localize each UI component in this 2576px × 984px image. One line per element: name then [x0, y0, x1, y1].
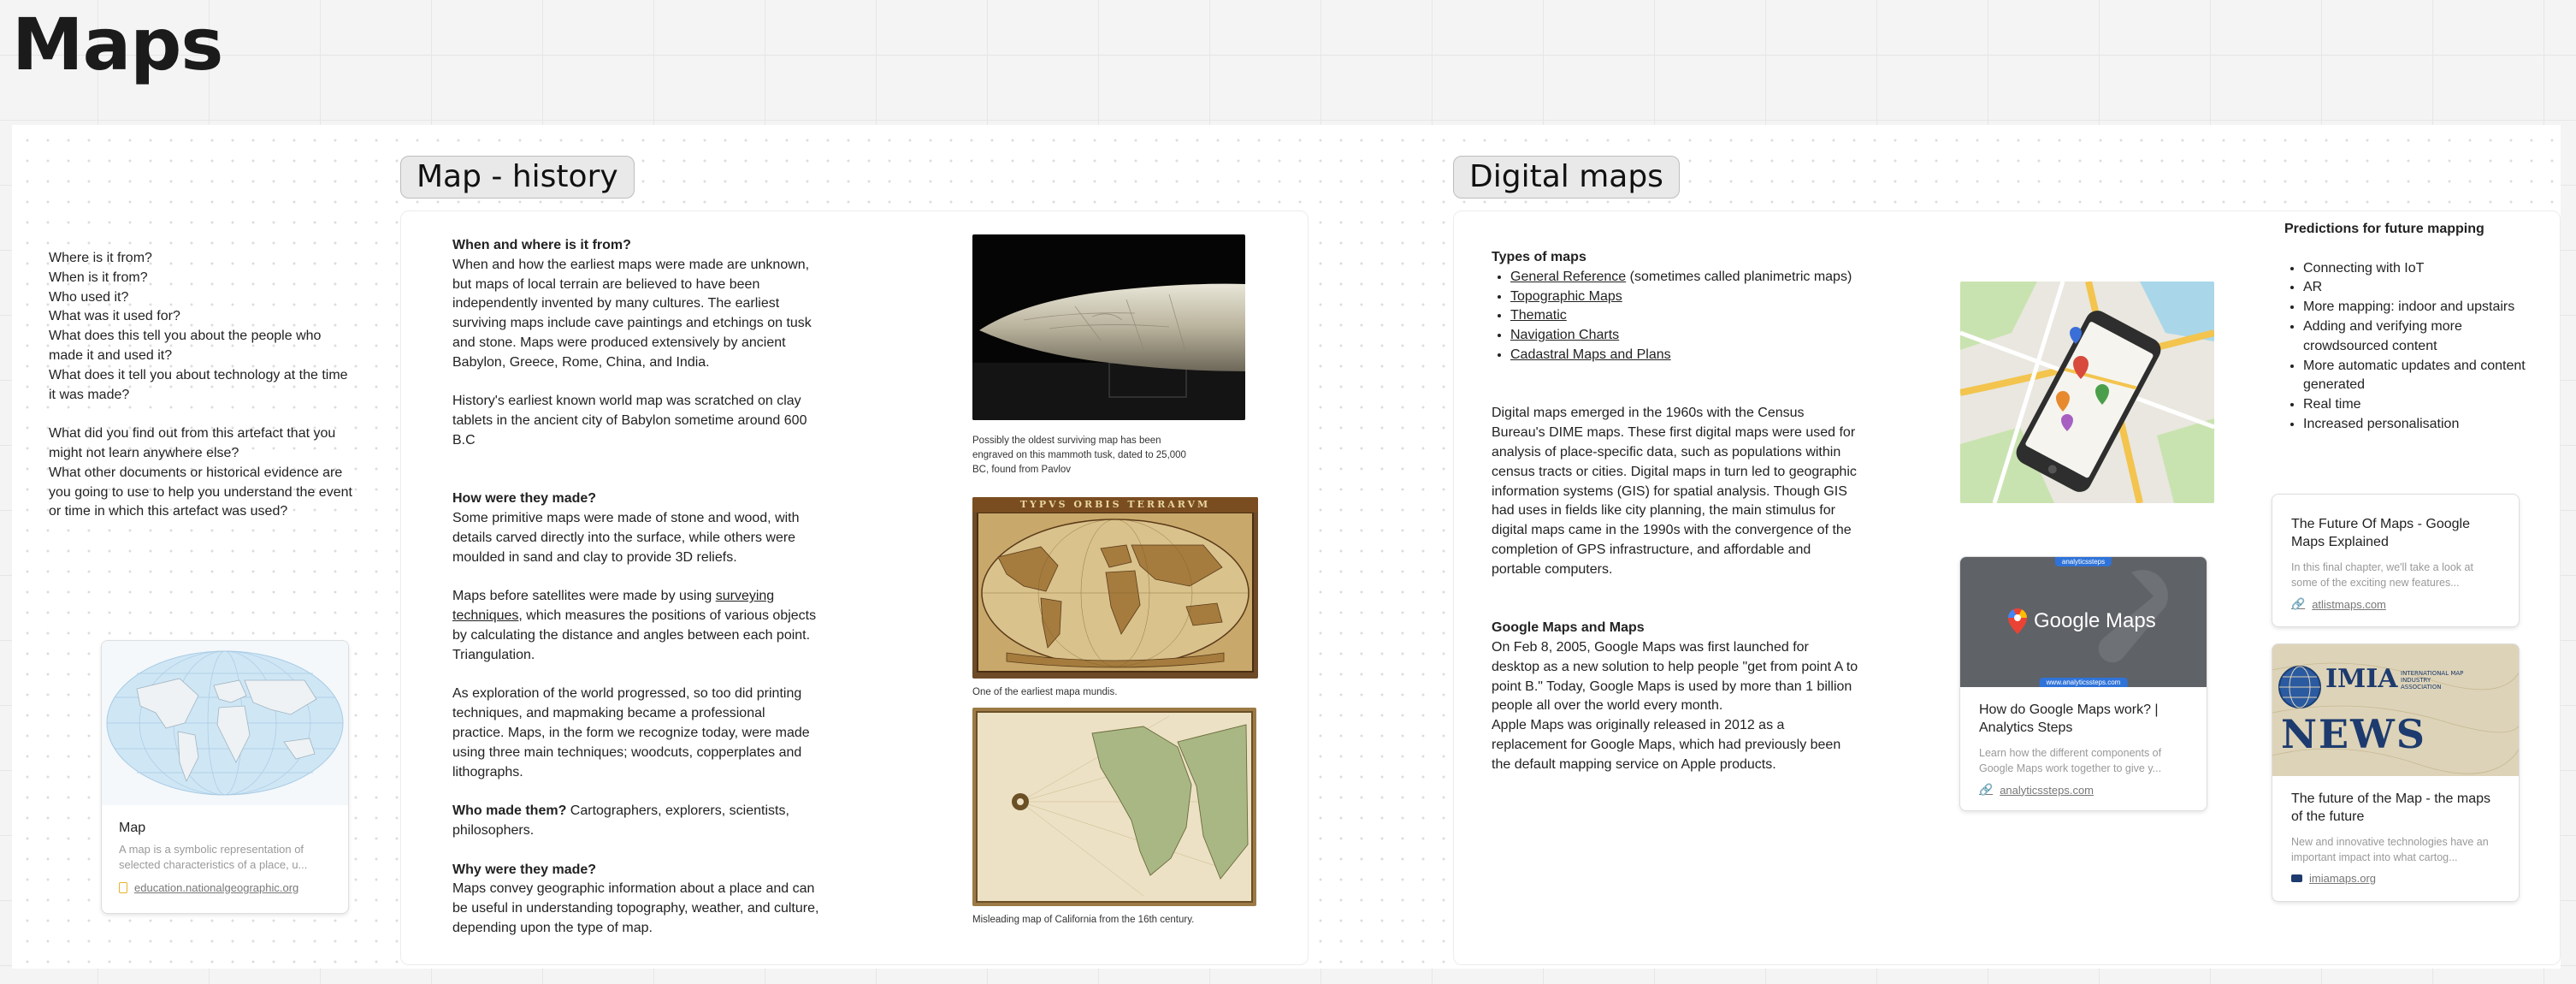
- map-card-title: Map: [119, 821, 146, 835]
- map-card-link[interactable]: education.nationalgeographic.org: [119, 881, 331, 894]
- who-paragraph: Who made them? Cartographers, explorers,…: [452, 802, 820, 841]
- mammoth-tusk-image[interactable]: [972, 234, 1245, 420]
- google-card-description: Learn how the different components of Go…: [1979, 747, 2162, 774]
- when-heading: When and where is it from?: [452, 238, 631, 252]
- google-maps-logo: Google Maps: [2008, 608, 2156, 634]
- map-pin-icon: [2008, 608, 2027, 634]
- imia-news-text: NEWS: [2281, 711, 2426, 757]
- imia-logo-text: IMIA: [2325, 664, 2398, 694]
- prediction-item: Real time: [2303, 395, 2541, 415]
- map-type-link[interactable]: General Reference: [1510, 270, 1626, 284]
- imia-news-banner: IMIA INTERNATIONAL MAP INDUSTRY ASSOCIAT…: [2272, 644, 2519, 776]
- future-of-maps-card[interactable]: The Future Of Maps - Google Maps Explain…: [2272, 494, 2520, 627]
- world-map-banner: TYPVS ORBIS TERRARVM: [1019, 499, 1211, 510]
- future-card-title: The Future Of Maps - Google Maps Explain…: [2291, 517, 2470, 549]
- google-maps-article-card[interactable]: analyticssteps Google Maps www.analytics…: [1959, 556, 2207, 811]
- how-heading: How were they made?: [452, 491, 597, 507]
- google-card-link[interactable]: 🔗 analyticssteps.com: [1979, 783, 2188, 797]
- who-heading: Who made them?: [452, 803, 567, 819]
- map-type-item: General Reference (sometimes called plan…: [1510, 268, 1859, 287]
- google-body: On Feb 8, 2005, Google Maps was first la…: [1492, 639, 1858, 714]
- map-type-link[interactable]: Thematic: [1510, 308, 1567, 323]
- link-icon: 🔗: [2291, 597, 2306, 610]
- map-type-link[interactable]: Navigation Charts: [1510, 328, 1619, 342]
- satellite-paragraph: Maps before satellites were made by usin…: [452, 587, 820, 665]
- map-type-item: Cadastral Maps and Plans: [1510, 346, 1859, 365]
- exploration-body: As exploration of the world progressed, …: [452, 686, 810, 779]
- how-body: Some primitive maps were made of stone a…: [452, 511, 800, 565]
- imia-card-link[interactable]: imiamaps.org: [2291, 872, 2500, 885]
- imia-article-card[interactable]: IMIA INTERNATIONAL MAP INDUSTRY ASSOCIAT…: [2272, 643, 2520, 902]
- map-card-link-text: education.nationalgeographic.org: [134, 881, 299, 894]
- phone-map-image[interactable]: [1960, 282, 2214, 503]
- prediction-item: More automatic updates and content gener…: [2303, 357, 2541, 396]
- google-maps-logo-text: Google Maps: [2034, 609, 2156, 632]
- map-link-card[interactable]: Map A map is a symbolic representation o…: [101, 640, 349, 914]
- when-body-2: History's earliest known world map was s…: [452, 394, 807, 448]
- google-heading: Google Maps and Maps: [1492, 620, 1645, 636]
- california-map-image[interactable]: [972, 708, 1256, 906]
- banner-bottom-label: www.analyticssteps.com: [2039, 678, 2128, 687]
- map-card-description: A map is a symbolic representation of se…: [119, 843, 308, 871]
- imia-card-description: New and innovative technologies have an …: [2291, 836, 2489, 863]
- link-icon: 🔗: [1979, 783, 1994, 796]
- google-card-title: How do Google Maps work? | Analytics Ste…: [1979, 702, 2159, 735]
- history-section-label[interactable]: Map - history: [400, 156, 635, 199]
- imia-favicon-icon: [2291, 874, 2302, 882]
- imia-card-link-text: imiamaps.org: [2309, 872, 2377, 885]
- question-item: Where is it from?: [49, 251, 152, 265]
- question-item: Who used it?: [49, 289, 129, 305]
- california-caption: Misleading map of California from the 16…: [972, 915, 1195, 925]
- apple-body: Apple Maps was originally released in 20…: [1492, 718, 1841, 772]
- predictions-list: Connecting with IoT AR More mapping: ind…: [2284, 259, 2541, 435]
- world-map-thumbnail: [102, 641, 348, 805]
- types-heading: Types of maps: [1492, 250, 1586, 264]
- history-text-column: When and where is it from? When and how …: [452, 236, 820, 939]
- question-list: Where is it from? When is it from? Who u…: [49, 249, 357, 522]
- mapa-mundi-caption: One of the earliest mapa mundis.: [972, 687, 1118, 697]
- question-item: What was it used for?: [49, 309, 180, 324]
- map-type-item: Topographic Maps: [1510, 287, 1859, 307]
- map-type-item: Thematic: [1510, 306, 1859, 326]
- predictions-block: Predictions for future mapping Connectin…: [2284, 220, 2541, 435]
- imia-card-title: The future of the Map - the maps of the …: [2291, 791, 2491, 824]
- map-type-link[interactable]: Cadastral Maps and Plans: [1510, 347, 1671, 362]
- google-maps-banner: analyticssteps Google Maps www.analytics…: [1960, 557, 2207, 687]
- digital-section-label[interactable]: Digital maps: [1453, 156, 1680, 199]
- satellite-text: Maps before satellites were made by usin…: [452, 589, 716, 604]
- question-spacer: [49, 405, 357, 424]
- future-card-description: In this final chapter, we'll take a look…: [2291, 561, 2473, 589]
- map-type-note: (sometimes called planimetric maps): [1626, 269, 1852, 284]
- question-item: When is it from?: [49, 270, 148, 285]
- map-types-list: General Reference (sometimes called plan…: [1492, 268, 1859, 365]
- question-item: What did you find out from this artefact…: [49, 426, 336, 460]
- prediction-item: Connecting with IoT: [2303, 259, 2541, 279]
- bookmark-icon: [119, 882, 127, 893]
- future-card-link[interactable]: 🔗 atlistmaps.com: [2291, 597, 2500, 611]
- mapa-mundi-image[interactable]: TYPVS ORBIS TERRARVM: [972, 497, 1258, 679]
- digital-text-column: Types of maps General Reference (sometim…: [1492, 248, 1859, 775]
- tusk-caption: Possibly the oldest surviving map has be…: [972, 436, 1186, 475]
- digital-emerged-body: Digital maps emerged in the 1960s with t…: [1492, 406, 1857, 577]
- prediction-item: Adding and verifying more crowdsourced c…: [2303, 317, 2541, 357]
- prediction-item: Increased personalisation: [2303, 415, 2541, 435]
- prediction-item: AR: [2303, 278, 2541, 298]
- question-item: What does it tell you about technology a…: [49, 367, 348, 402]
- imia-logo-subtext: INTERNATIONAL MAP INDUSTRY ASSOCIATION: [2401, 670, 2464, 691]
- question-item: What does this tell you about the people…: [49, 329, 322, 363]
- map-type-item: Navigation Charts: [1510, 326, 1859, 346]
- future-card-link-text: atlistmaps.com: [2312, 597, 2386, 611]
- google-card-link-text: analyticssteps.com: [2000, 783, 2094, 797]
- why-heading: Why were they made?: [452, 862, 597, 877]
- map-type-link[interactable]: Topographic Maps: [1510, 289, 1622, 304]
- why-body: Maps convey geographic information about…: [452, 881, 819, 935]
- page-title: Maps: [12, 3, 223, 86]
- prediction-item: More mapping: indoor and upstairs: [2303, 298, 2541, 317]
- predictions-heading: Predictions for future mapping: [2284, 222, 2484, 236]
- question-item: What other documents or historical evide…: [49, 465, 352, 519]
- when-body: When and how the earliest maps were made…: [452, 257, 812, 370]
